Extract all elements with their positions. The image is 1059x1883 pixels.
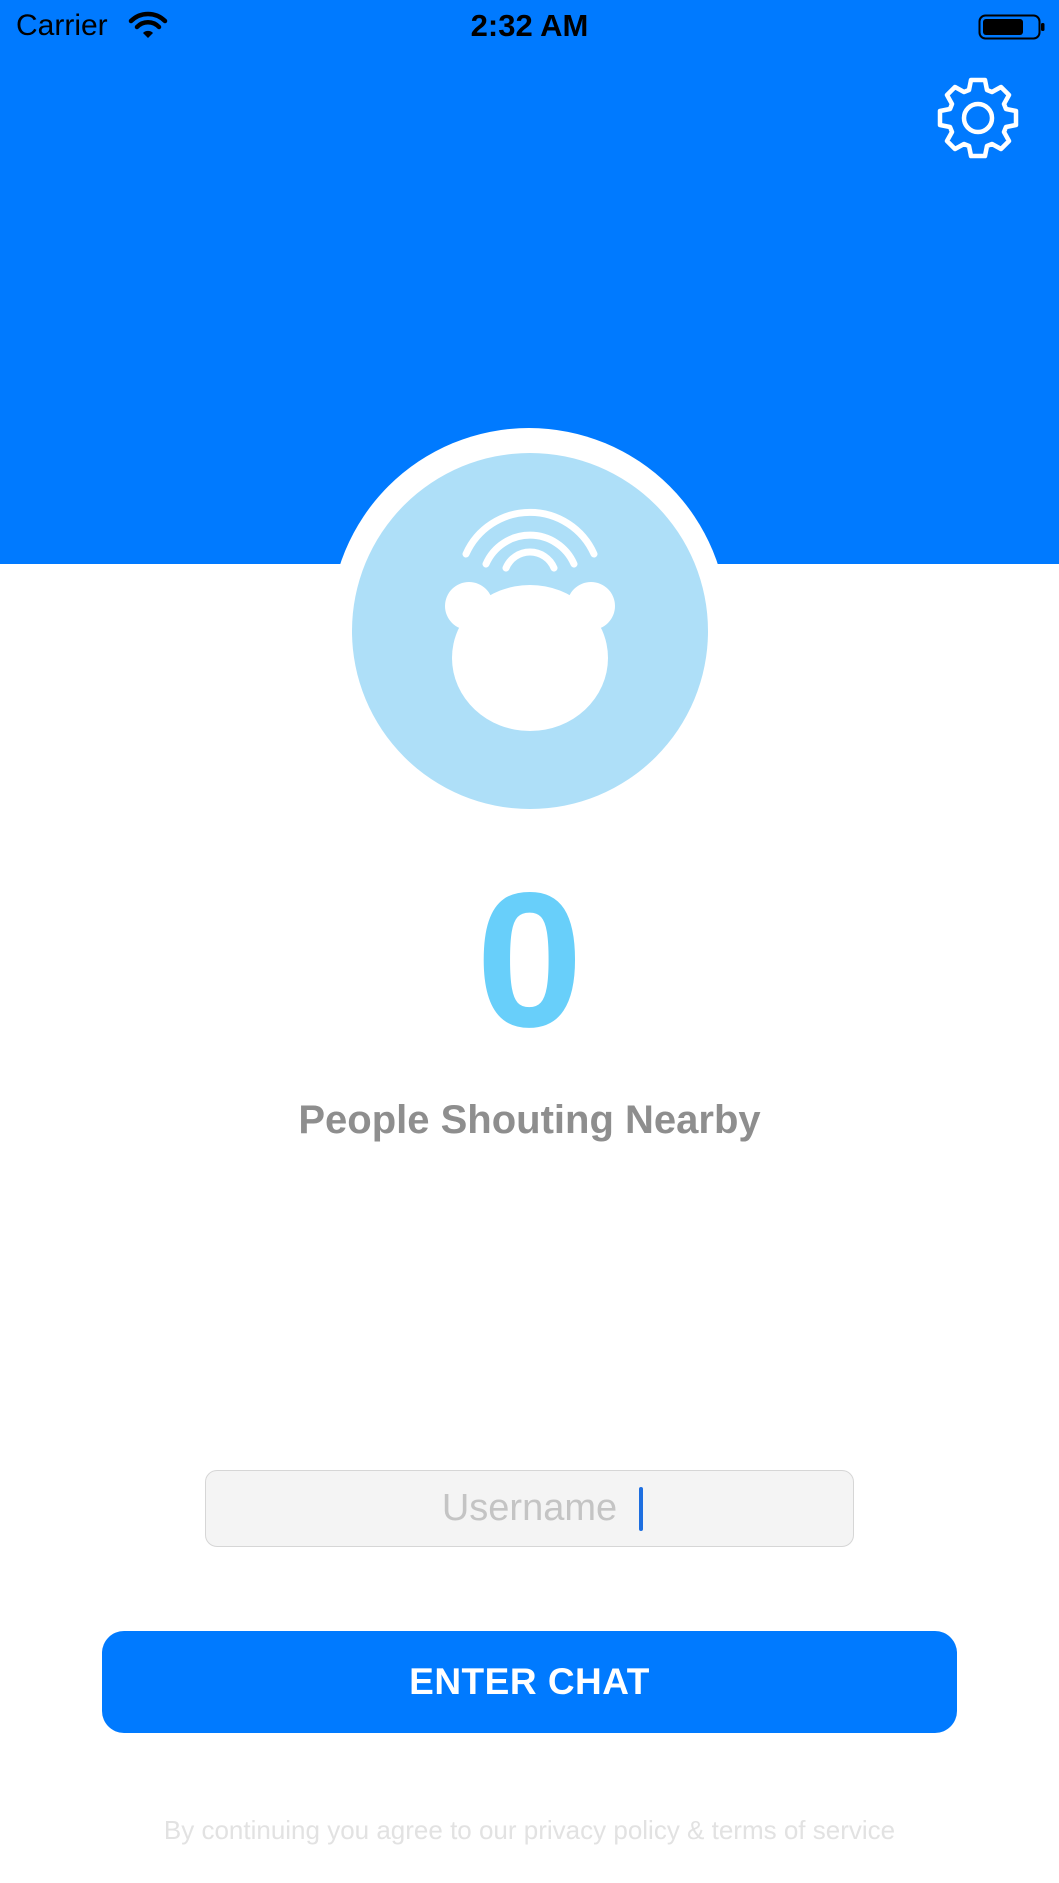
- settings-button[interactable]: [934, 74, 1022, 162]
- text-cursor: [639, 1487, 643, 1531]
- enter-chat-button[interactable]: ENTER CHAT: [102, 1631, 957, 1733]
- gear-icon: [934, 77, 1022, 166]
- username-field-container: [205, 1470, 854, 1547]
- people-count: 0: [476, 852, 583, 1067]
- battery-icon: [978, 12, 1046, 42]
- avatar: [352, 453, 708, 809]
- status-time: 2:32 AM: [470, 8, 589, 43]
- people-count-label: People Shouting Nearby: [298, 1098, 761, 1142]
- legal-notice: By continuing you agree to our privacy p…: [163, 1815, 896, 1845]
- status-bar: Carrier 2:32 AM: [0, 0, 1059, 54]
- username-input[interactable]: [205, 1470, 854, 1547]
